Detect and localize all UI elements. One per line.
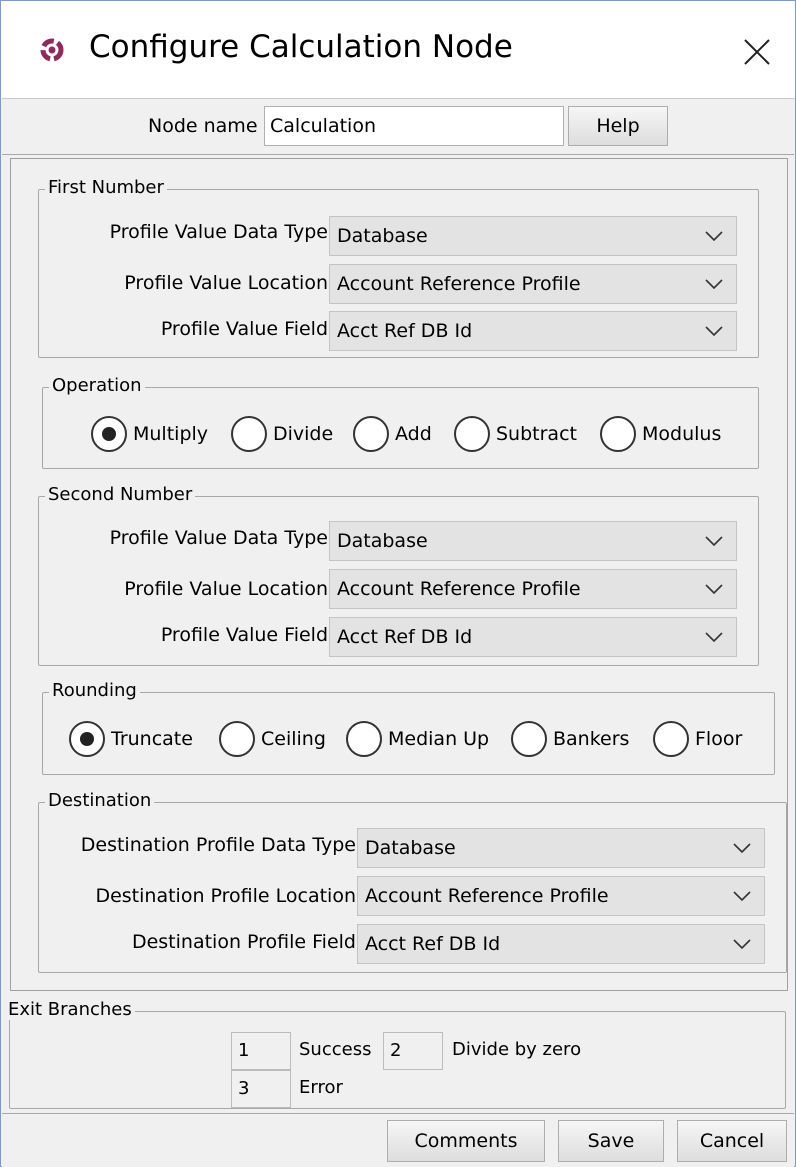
first-number-legend: First Number [45,177,167,198]
close-icon[interactable] [741,36,773,68]
destination-field-value: Acct Ref DB Id [365,933,501,955]
destination-data-type-label: Destination Profile Data Type [80,834,356,856]
radio-circle [454,416,490,452]
first-field-label: Profile Value Field [160,318,328,340]
second-location-label: Profile Value Location [124,578,328,600]
node-name-label: Node name [148,115,258,137]
radio-bankers-label: Bankers [553,728,630,750]
exit-branches-group: Exit Branches 1 Success 2 Divide by zero… [5,999,786,1109]
divide-exit-number[interactable]: 2 [383,1032,443,1070]
radio-subtract-label: Subtract [496,423,577,445]
radio-add-label: Add [395,423,432,445]
operation-legend: Operation [49,375,145,396]
exit-branches-legend: Exit Branches [5,999,135,1020]
radio-circle [600,416,636,452]
destination-field-select[interactable]: Acct Ref DB Id [357,924,765,964]
second-number-legend: Second Number [45,484,196,505]
node-name-input[interactable]: Calculation [264,106,564,146]
radio-circle [69,721,105,757]
radio-circle [346,721,382,757]
first-field-value: Acct Ref DB Id [337,320,473,342]
first-data-type-select[interactable]: Database [329,216,737,256]
radio-modulus-label: Modulus [642,423,722,445]
radio-divide-label: Divide [273,423,334,445]
rounding-group: Rounding Truncate Ceiling Median Up Bank… [42,680,775,775]
chevron-down-icon [705,584,723,595]
error-exit-label: Error [299,1077,343,1098]
title-bar: Configure Calculation Node [1,1,795,98]
window-title: Configure Calculation Node [89,29,513,65]
chevron-down-icon [733,843,751,854]
second-location-select[interactable]: Account Reference Profile [329,569,737,609]
radio-circle [353,416,389,452]
second-number-group: Second Number Profile Value Data Type Da… [38,484,759,666]
first-location-value: Account Reference Profile [337,273,581,295]
chevron-down-icon [733,939,751,950]
save-button[interactable]: Save [558,1120,664,1162]
destination-location-label: Destination Profile Location [95,885,356,907]
second-data-type-label: Profile Value Data Type [109,527,328,549]
destination-data-type-select[interactable]: Database [357,828,765,868]
radio-circle [219,721,255,757]
app-logo-icon [40,38,64,62]
chevron-down-icon [705,279,723,290]
second-location-value: Account Reference Profile [337,578,581,600]
radio-selected-dot [80,732,94,746]
destination-group: Destination Destination Profile Data Typ… [38,790,787,973]
success-exit-label: Success [299,1039,372,1060]
success-exit-number[interactable]: 1 [231,1032,291,1070]
main-content: First Number Profile Value Data Type Dat… [10,158,788,991]
first-data-type-value: Database [337,225,428,247]
radio-circle [653,721,689,757]
radio-selected-dot [102,427,116,441]
radio-circle [231,416,267,452]
second-field-value: Acct Ref DB Id [337,626,473,648]
first-location-select[interactable]: Account Reference Profile [329,264,737,304]
second-field-select[interactable]: Acct Ref DB Id [329,617,737,657]
radio-circle [511,721,547,757]
first-field-select[interactable]: Acct Ref DB Id [329,311,737,351]
second-data-type-value: Database [337,530,428,552]
comments-button[interactable]: Comments [387,1120,545,1162]
chevron-down-icon [705,632,723,643]
second-field-label: Profile Value Field [160,624,328,646]
destination-legend: Destination [45,790,155,811]
radio-median-up-label: Median Up [388,728,490,750]
error-exit-number[interactable]: 3 [231,1070,291,1108]
radio-ceiling-label: Ceiling [261,728,326,750]
radio-circle [91,416,127,452]
first-number-group: First Number Profile Value Data Type Dat… [38,177,759,358]
destination-location-select[interactable]: Account Reference Profile [357,876,765,916]
chevron-down-icon [733,891,751,902]
button-bar: Comments Save Cancel [2,1113,794,1167]
first-location-label: Profile Value Location [124,272,328,294]
chevron-down-icon [705,326,723,337]
destination-location-value: Account Reference Profile [365,885,609,907]
help-button[interactable]: Help [568,106,668,146]
radio-multiply-label: Multiply [133,423,209,445]
radio-floor-label: Floor [695,728,743,750]
destination-field-label: Destination Profile Field [131,931,356,953]
chevron-down-icon [705,536,723,547]
cancel-button[interactable]: Cancel [677,1120,787,1162]
operation-group: Operation Multiply Divide Add Subtract M… [42,375,759,469]
destination-data-type-value: Database [365,837,456,859]
first-data-type-label: Profile Value Data Type [109,221,328,243]
dialog-window: Configure Calculation Node Node name Cal… [0,0,796,1167]
chevron-down-icon [705,231,723,242]
divide-exit-label: Divide by zero [452,1039,582,1060]
radio-truncate-label: Truncate [111,728,193,750]
second-data-type-select[interactable]: Database [329,521,737,561]
rounding-legend: Rounding [49,680,140,701]
node-name-row: Node name Calculation Help [2,98,794,155]
